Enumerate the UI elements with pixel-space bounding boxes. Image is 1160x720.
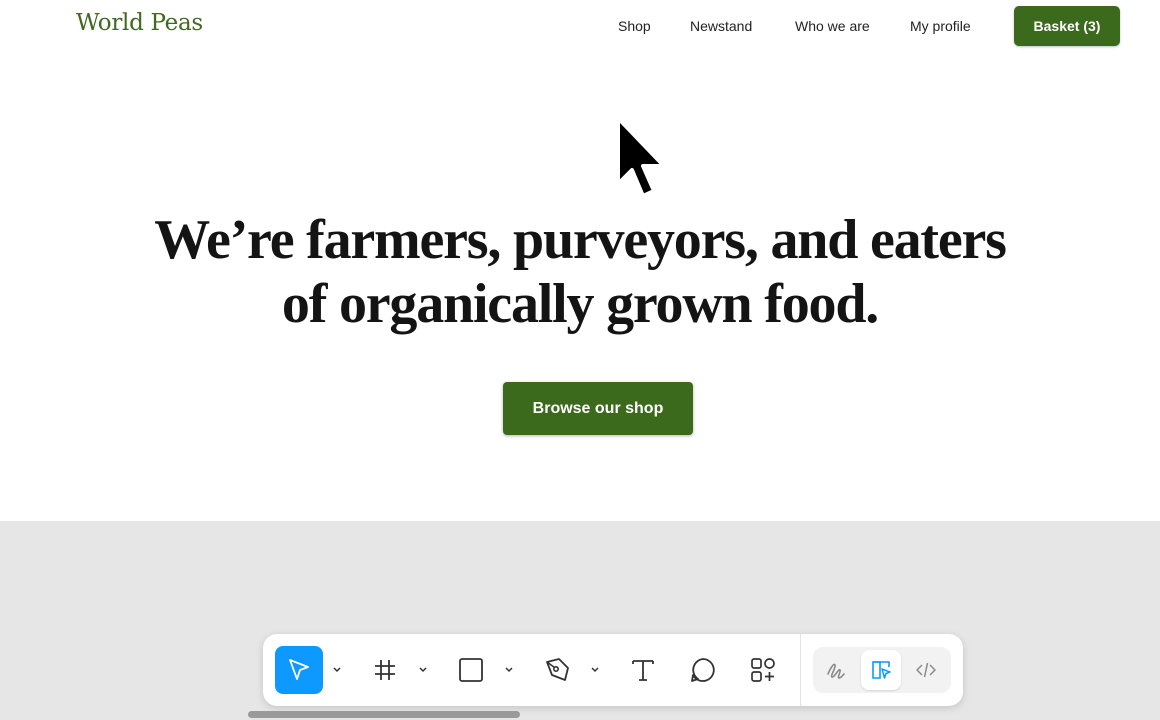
chevron-down-icon xyxy=(505,667,513,673)
canvas: World Peas Shop Newstand Who we are My p… xyxy=(0,0,1160,720)
chevron-down-icon xyxy=(333,667,341,673)
comment-icon xyxy=(691,658,715,682)
comment-tool[interactable] xyxy=(679,646,727,694)
design-mode[interactable] xyxy=(861,650,901,690)
frame-tool-dropdown[interactable] xyxy=(416,662,430,678)
rectangle-tool-dropdown[interactable] xyxy=(502,662,516,678)
rectangle-icon xyxy=(459,658,483,682)
mode-switcher xyxy=(813,647,951,693)
pen-icon xyxy=(546,658,569,681)
nav-newstand[interactable]: Newstand xyxy=(690,18,752,34)
move-arrow-icon xyxy=(289,659,309,680)
hero-line-2: of organically grown food. xyxy=(281,273,879,335)
nav-shop[interactable]: Shop xyxy=(618,18,651,34)
text-icon xyxy=(632,660,654,681)
browse-shop-button[interactable]: Browse our shop xyxy=(503,382,693,435)
pen-tool-dropdown[interactable] xyxy=(588,662,602,678)
design-toolbar xyxy=(263,634,963,706)
mouse-cursor-icon xyxy=(616,116,666,198)
chevron-down-icon xyxy=(591,667,599,673)
dev-mode[interactable] xyxy=(906,650,946,690)
toolbar-divider xyxy=(800,634,801,706)
code-icon xyxy=(916,662,936,678)
rectangle-tool[interactable] xyxy=(447,646,495,694)
draw-mode[interactable] xyxy=(816,650,856,690)
draw-squiggle-icon xyxy=(827,663,845,679)
hero-line-1: We’re farmers, purveyors, and eaters xyxy=(154,209,1007,271)
horizontal-scrollbar[interactable] xyxy=(248,711,520,718)
move-tool-dropdown[interactable] xyxy=(330,662,344,678)
design-mode-icon xyxy=(872,661,891,679)
frame-tool[interactable] xyxy=(361,646,409,694)
brand-logo[interactable]: World Peas xyxy=(76,10,203,36)
move-tool[interactable] xyxy=(275,646,323,694)
website-frame: World Peas Shop Newstand Who we are My p… xyxy=(0,0,1160,521)
frame-icon xyxy=(375,660,395,680)
assets-tool[interactable] xyxy=(739,646,787,694)
text-tool[interactable] xyxy=(619,646,667,694)
nav-who-we-are[interactable]: Who we are xyxy=(795,18,870,34)
pen-tool[interactable] xyxy=(533,646,581,694)
chevron-down-icon xyxy=(419,667,427,673)
basket-button[interactable]: Basket (3) xyxy=(1014,6,1120,46)
nav-my-profile[interactable]: My profile xyxy=(910,18,971,34)
hero-heading: We’re farmers, purveyors, and eaters of … xyxy=(0,208,1160,336)
shapes-plus-icon xyxy=(751,658,775,682)
